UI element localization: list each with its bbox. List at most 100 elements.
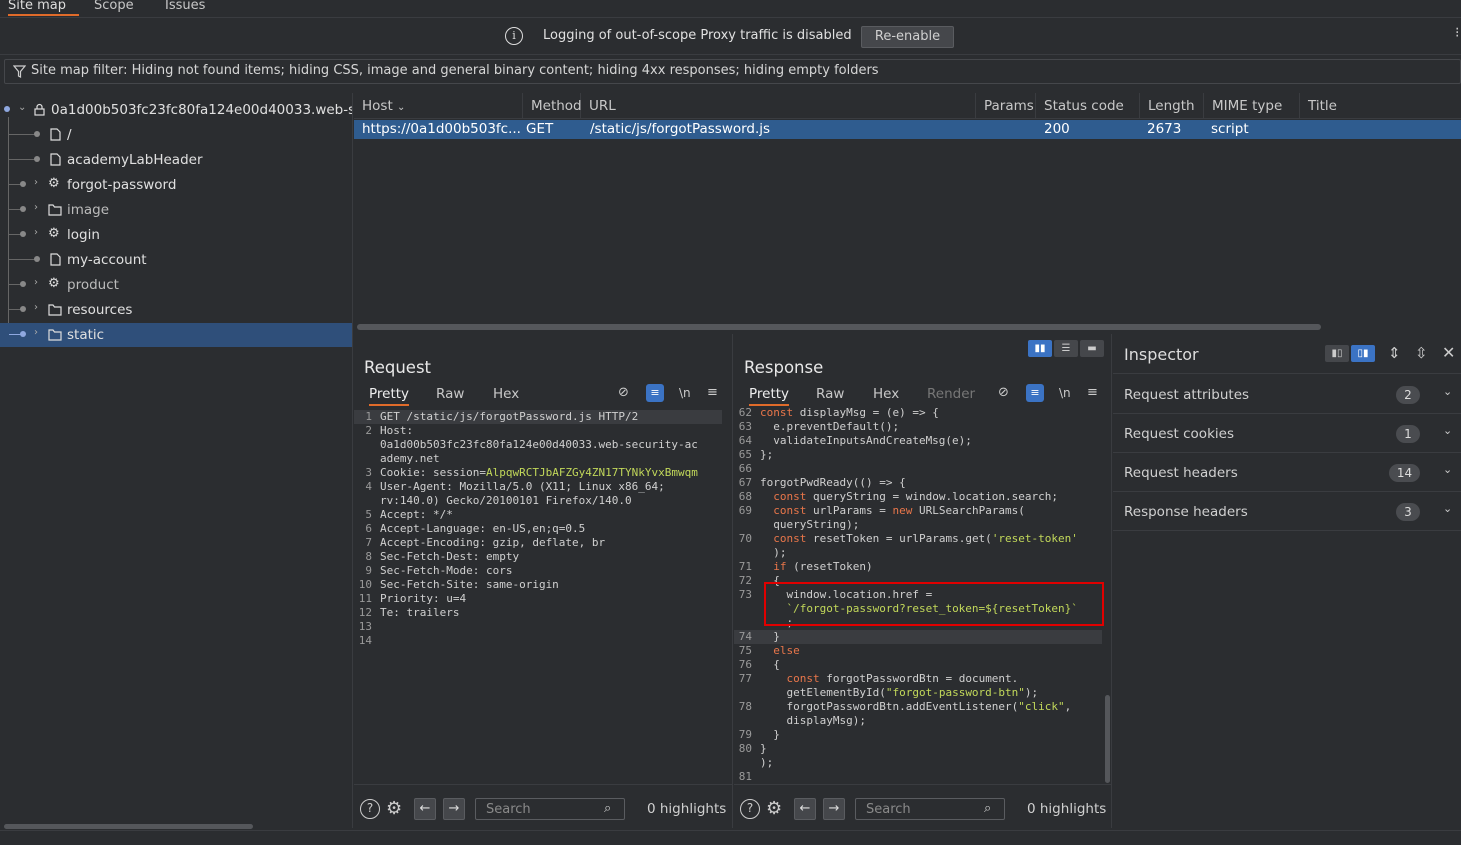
tab-site-map[interactable]: Site map bbox=[8, 0, 79, 16]
arrow-left-icon[interactable]: ← bbox=[794, 798, 816, 820]
code-line: 9 Sec-Fetch-Mode: cors bbox=[354, 564, 722, 578]
response-vertical-scrollbar[interactable] bbox=[1105, 695, 1110, 783]
code-line: 77 const forgotPasswordBtn = document. bbox=[734, 672, 1102, 686]
line-number: 5 bbox=[365, 508, 372, 521]
response-tab-pretty[interactable]: Pretty bbox=[749, 386, 790, 406]
tree-item-resources[interactable]: › resources bbox=[0, 298, 352, 322]
line-number: 3 bbox=[365, 466, 372, 479]
inspector-row-request-attributes[interactable]: Request attributes 2 ⌄ bbox=[1113, 375, 1461, 414]
line-number: 74 bbox=[738, 630, 752, 643]
chevron-right-icon[interactable]: › bbox=[34, 277, 38, 288]
inspector-panel: Inspector ▮▯ ▯▮ ⇕ ⇳ ✕ Request attributes… bbox=[1113, 334, 1461, 828]
settings-gear-icon[interactable]: ⚙ bbox=[766, 798, 782, 819]
arrow-left-icon[interactable]: ← bbox=[414, 798, 436, 820]
line-text: ); bbox=[760, 756, 774, 769]
line-text: forgotPasswordBtn.addEventListener("clic… bbox=[760, 700, 1072, 713]
response-tab-raw[interactable]: Raw bbox=[816, 386, 844, 402]
site-map-filter-bar[interactable]: Site map filter: Hiding not found items;… bbox=[4, 59, 1461, 84]
table-row[interactable]: https://0a1d00b503fc... GET /static/js/f… bbox=[354, 120, 1461, 139]
line-text: const resetToken = urlParams.get('reset-… bbox=[773, 532, 1078, 545]
settings-gear-icon[interactable]: ⚙ bbox=[386, 798, 402, 819]
reenable-button[interactable]: Re-enable bbox=[861, 26, 954, 48]
request-search-input[interactable]: Search bbox=[475, 798, 625, 820]
wrap-lines-icon[interactable]: ≡ bbox=[1026, 384, 1044, 402]
chevron-right-icon[interactable]: › bbox=[34, 227, 38, 238]
request-tab-hex[interactable]: Hex bbox=[493, 386, 519, 402]
code-line: 68 const queryString = window.location.s… bbox=[734, 490, 1102, 504]
help-icon[interactable]: ? bbox=[740, 799, 760, 819]
hide-eye-icon[interactable]: ⊘ bbox=[618, 385, 629, 400]
gear-icon: ⚙ bbox=[48, 176, 60, 191]
menu-icon[interactable]: ≡ bbox=[1087, 385, 1098, 400]
chevron-down-icon[interactable]: ⌄ bbox=[18, 102, 26, 113]
inspector-row-request-cookies[interactable]: Request cookies 1 ⌄ bbox=[1113, 414, 1461, 453]
expand-all-icon[interactable]: ⇕ bbox=[1388, 344, 1401, 362]
response-search-input[interactable]: Search bbox=[855, 798, 1005, 820]
line-text: } bbox=[760, 728, 780, 741]
column-header-method[interactable]: Method bbox=[523, 93, 582, 119]
request-tab-pretty[interactable]: Pretty bbox=[369, 386, 410, 406]
column-header-title[interactable]: Title bbox=[1300, 93, 1461, 119]
tree-item-label: product bbox=[67, 277, 119, 293]
chevron-right-icon[interactable]: › bbox=[34, 327, 38, 338]
inspector-layout-left-icon[interactable]: ▮▯ bbox=[1325, 345, 1349, 362]
help-icon[interactable]: ? bbox=[360, 799, 380, 819]
column-header-host[interactable]: Host ⌄ bbox=[354, 93, 523, 119]
line-text: { bbox=[760, 658, 780, 671]
inspector-row-response-headers[interactable]: Response headers 3 ⌄ bbox=[1113, 492, 1461, 531]
tree-horizontal-scrollbar[interactable] bbox=[4, 824, 253, 829]
arrow-right-icon[interactable]: → bbox=[443, 798, 465, 820]
inspector-row-request-headers[interactable]: Request headers 14 ⌄ bbox=[1113, 453, 1461, 492]
chevron-right-icon[interactable]: › bbox=[34, 177, 38, 188]
column-header-mime[interactable]: MIME type bbox=[1204, 93, 1300, 119]
chevron-right-icon[interactable]: › bbox=[34, 202, 38, 213]
line-text: User-Agent: Mozilla/5.0 (X11; Linux x86_… bbox=[380, 480, 665, 493]
chevron-right-icon[interactable]: › bbox=[34, 302, 38, 313]
tree-item-my-account[interactable]: my-account bbox=[0, 248, 352, 272]
tree-item-login[interactable]: › ⚙ login bbox=[0, 223, 352, 247]
tab-issues[interactable]: Issues bbox=[165, 0, 205, 16]
tree-item-product[interactable]: › ⚙ product bbox=[0, 273, 352, 297]
site-map-tree: ⌄ 0a1d00b503fc23fc80fa124e00d40033.web-s… bbox=[0, 93, 353, 828]
arrow-right-icon[interactable]: → bbox=[823, 798, 845, 820]
column-header-status[interactable]: Status code bbox=[1036, 93, 1140, 119]
response-panel: ▮▮ ☰ ▬ Response Pretty Raw Hex Render ⊘ … bbox=[734, 334, 1112, 828]
tree-item-image[interactable]: › image bbox=[0, 198, 352, 222]
wrap-lines-icon[interactable]: ≡ bbox=[646, 384, 664, 402]
close-icon[interactable]: ✕ bbox=[1442, 343, 1455, 362]
code-line: 78 forgotPasswordBtn.addEventListener("c… bbox=[734, 700, 1102, 714]
collapse-all-icon[interactable]: ⇳ bbox=[1415, 344, 1428, 362]
tree-item-static[interactable]: › static bbox=[0, 323, 352, 347]
tree-item-forgot-password[interactable]: › ⚙ forgot-password bbox=[0, 173, 352, 197]
line-text: Accept: */* bbox=[380, 508, 453, 521]
tab-scope[interactable]: Scope bbox=[94, 0, 134, 16]
response-tab-render[interactable]: Render bbox=[927, 386, 975, 402]
layout-columns-icon[interactable]: ▮▮ bbox=[1028, 340, 1052, 357]
banner-edge-icon: ⁝ bbox=[1455, 25, 1460, 41]
line-text: } bbox=[760, 630, 780, 643]
layout-single-icon[interactable]: ▬ bbox=[1080, 340, 1104, 357]
line-text: displayMsg); bbox=[760, 714, 866, 727]
column-header-url[interactable]: URL bbox=[581, 93, 976, 119]
table-horizontal-scrollbar[interactable] bbox=[357, 324, 1321, 330]
response-tab-hex[interactable]: Hex bbox=[873, 386, 899, 402]
newline-icon[interactable]: \n bbox=[1059, 386, 1071, 400]
menu-icon[interactable]: ≡ bbox=[707, 385, 718, 400]
count-badge: 2 bbox=[1396, 386, 1420, 404]
newline-icon[interactable]: \n bbox=[679, 386, 691, 400]
tree-root-host[interactable]: ⌄ 0a1d00b503fc23fc80fa124e00d40033.web-s… bbox=[0, 98, 352, 122]
column-header-length[interactable]: Length bbox=[1140, 93, 1204, 119]
highlight-annotation-box bbox=[764, 582, 1104, 626]
tree-item-root-slash[interactable]: / bbox=[0, 123, 352, 147]
request-tab-raw[interactable]: Raw bbox=[436, 386, 464, 402]
inspector-layout-right-icon[interactable]: ▯▮ bbox=[1351, 345, 1375, 362]
chevron-down-icon: ⌄ bbox=[1443, 424, 1453, 437]
hide-eye-icon[interactable]: ⊘ bbox=[998, 385, 1009, 400]
tree-item-label: forgot-password bbox=[67, 177, 177, 193]
code-line: 79 } bbox=[734, 728, 1102, 742]
layout-rows-icon[interactable]: ☰ bbox=[1054, 340, 1078, 357]
line-number: 67 bbox=[738, 476, 752, 489]
column-header-params[interactable]: Params bbox=[976, 93, 1036, 119]
tree-item-academylabheader[interactable]: academyLabHeader bbox=[0, 148, 352, 172]
line-number: 2 bbox=[365, 424, 372, 437]
